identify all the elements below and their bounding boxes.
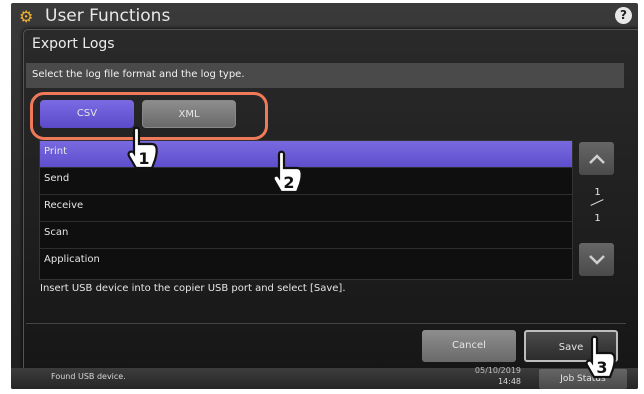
usb-instruction-note: Insert USB device into the copier USB po… xyxy=(40,283,346,294)
log-type-row-scan[interactable]: Scan xyxy=(40,222,572,249)
chevron-up-icon xyxy=(588,154,605,164)
export-logs-dialog: Export Logs Select the log file format a… xyxy=(23,29,638,378)
dialog-divider xyxy=(26,323,626,324)
hand-pointer-icon-1: 1 xyxy=(124,126,164,170)
page-separator xyxy=(590,199,604,206)
scroll-up-button[interactable] xyxy=(579,142,614,175)
callout-1: 1 xyxy=(138,149,149,168)
status-message: Found USB device. xyxy=(51,372,126,381)
log-type-row-application[interactable]: Application xyxy=(40,249,572,276)
callout-3: 3 xyxy=(596,358,607,377)
manual-page: ⚙ User Functions ? Export Logs Select th… xyxy=(0,0,644,394)
xml-format-button[interactable]: XML xyxy=(142,100,236,128)
page-current: 1 xyxy=(594,187,601,198)
instruction-bar: Select the log file format and the log t… xyxy=(26,63,624,88)
device-screen: ⚙ User Functions ? Export Logs Select th… xyxy=(11,3,638,389)
status-time: 14:48 xyxy=(497,377,521,386)
scroll-down-button[interactable] xyxy=(579,243,614,276)
log-type-row-receive[interactable]: Receive xyxy=(40,195,572,222)
hand-pointer-icon-2: 2 xyxy=(269,150,309,194)
callout-2: 2 xyxy=(283,173,294,192)
page-total: 1 xyxy=(594,213,601,224)
gear-icon: ⚙ xyxy=(19,7,34,26)
chevron-down-icon xyxy=(588,255,605,265)
status-date: 05/10/2019 xyxy=(474,366,521,375)
hand-pointer-icon-3: 3 xyxy=(582,335,622,379)
help-icon[interactable]: ? xyxy=(615,7,632,24)
app-title: User Functions xyxy=(45,6,171,26)
csv-format-button[interactable]: CSV xyxy=(40,100,134,128)
instruction-text: Select the log file format and the log t… xyxy=(32,69,245,80)
dialog-title: Export Logs xyxy=(32,36,115,52)
cancel-button[interactable]: Cancel xyxy=(422,330,516,362)
